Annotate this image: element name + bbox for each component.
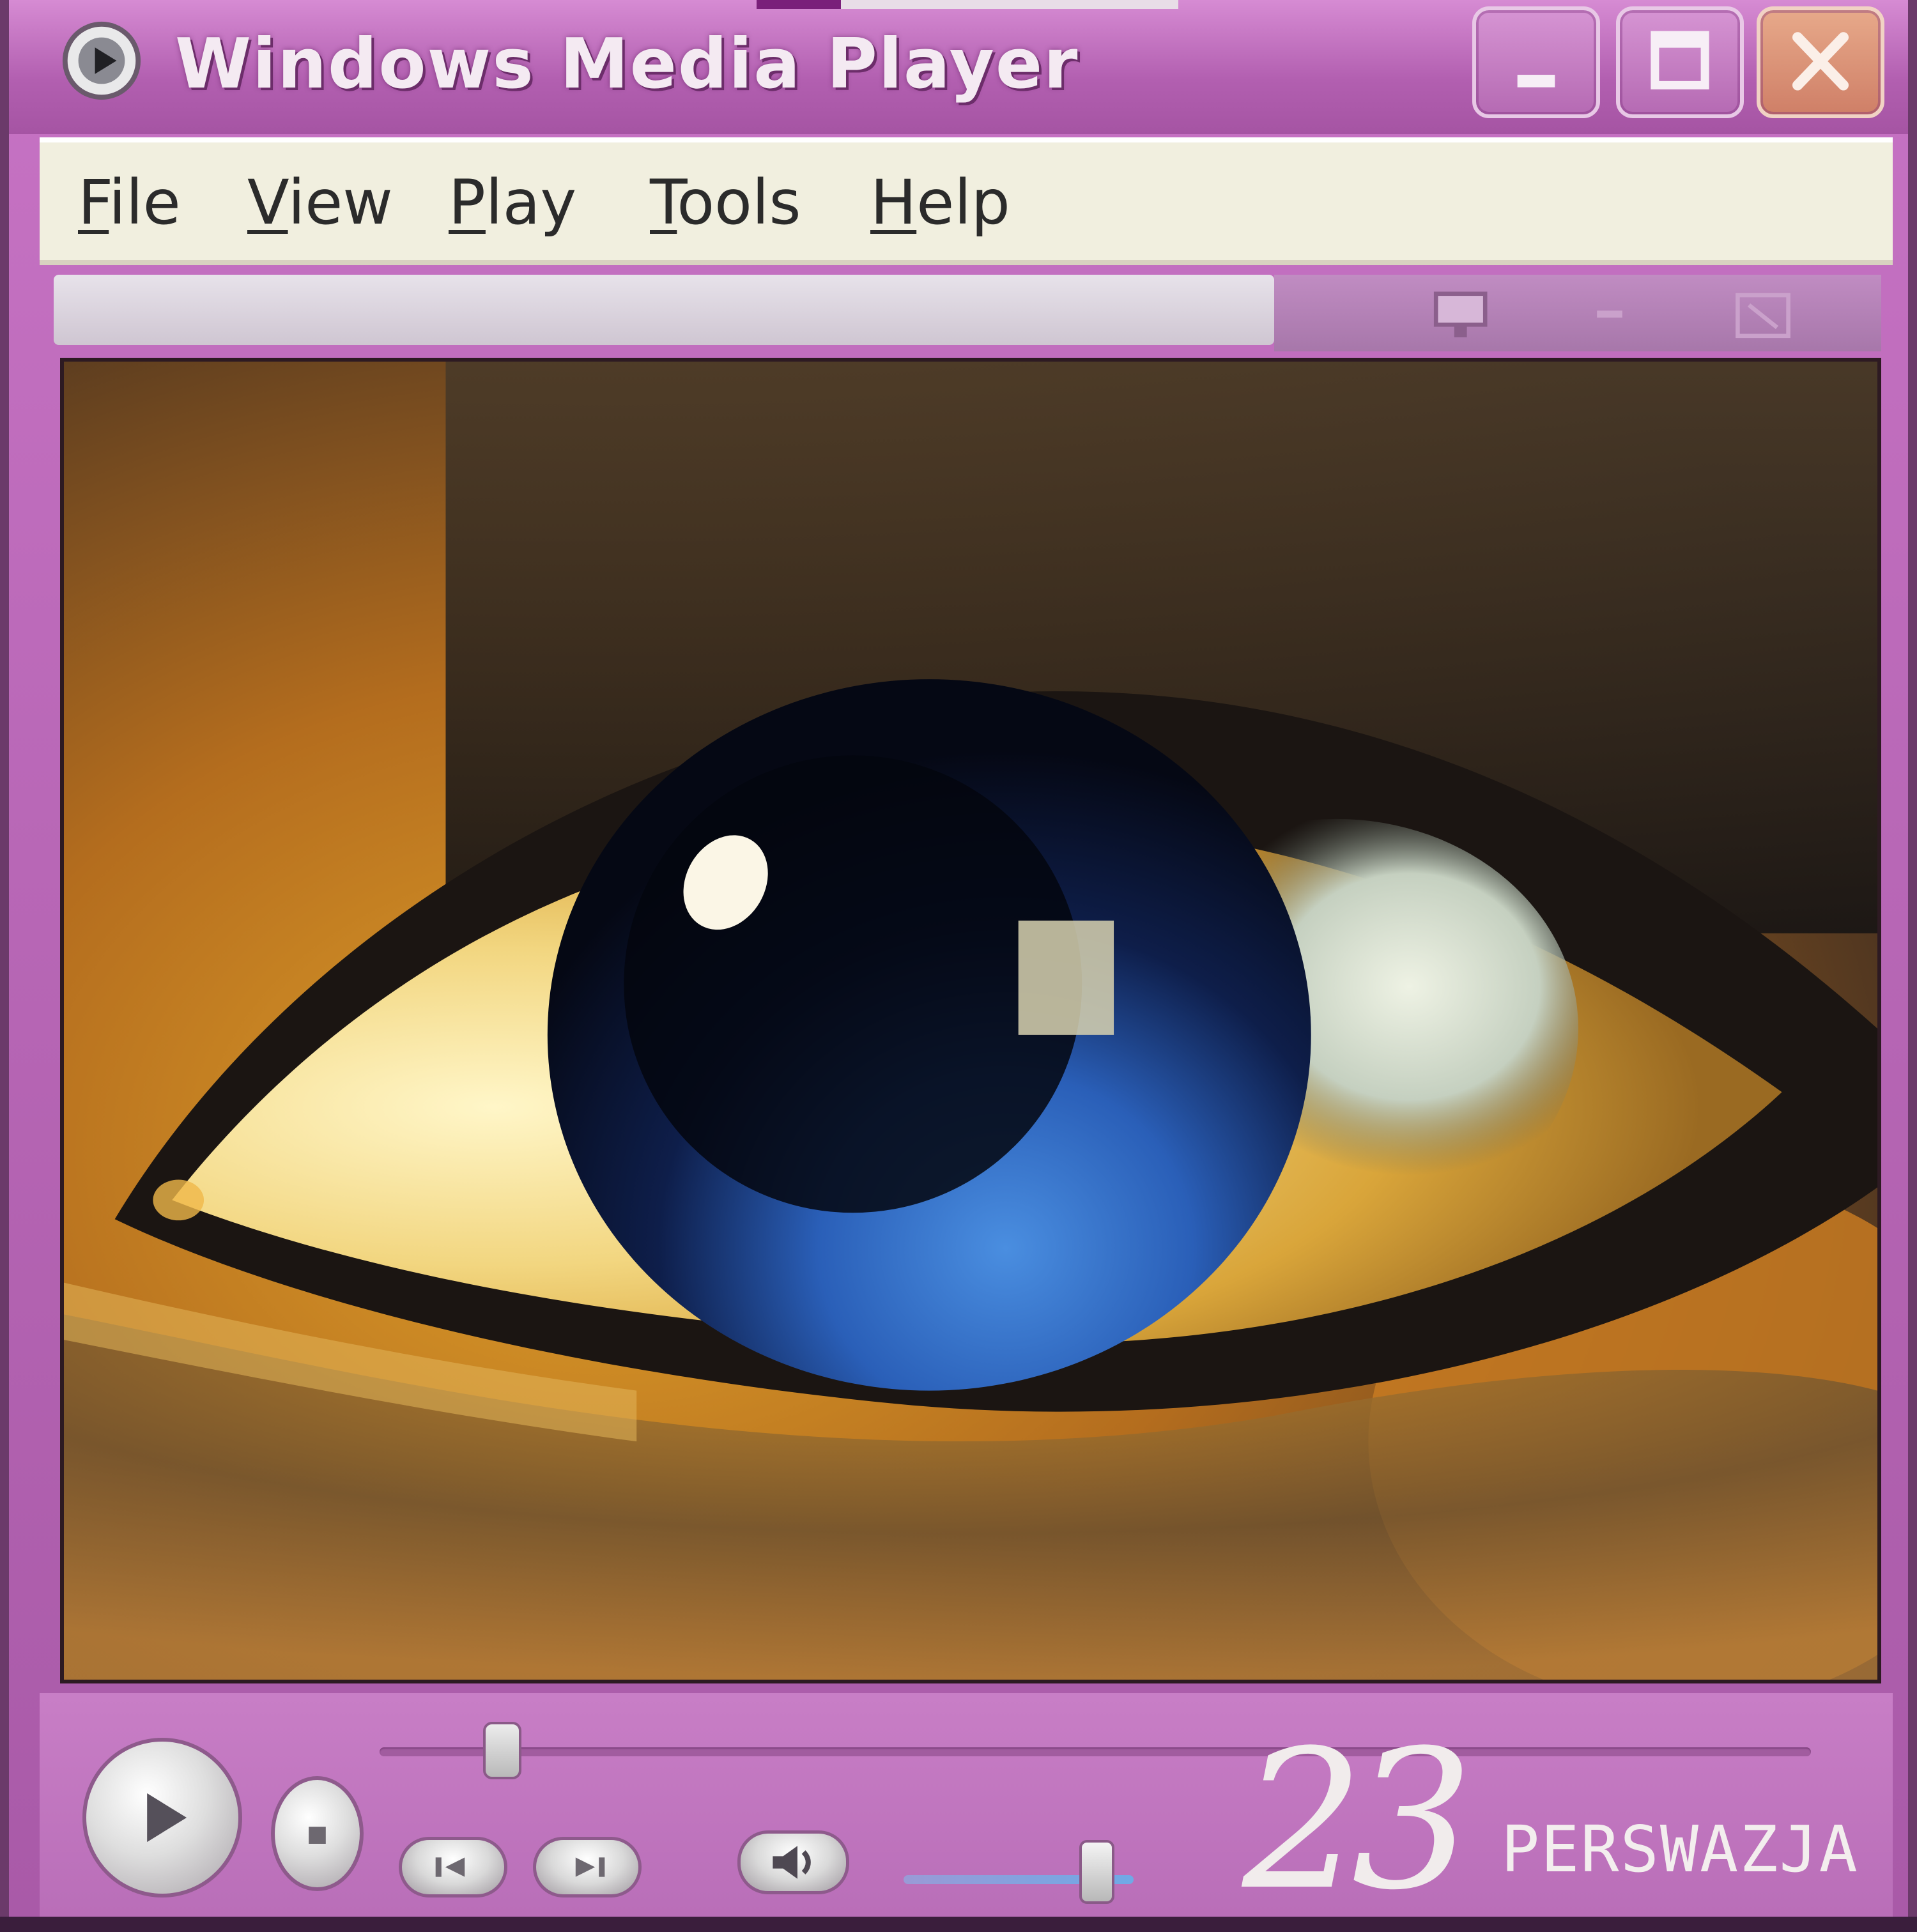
menu-tools-mnemonic: T [650,167,677,238]
previous-track-icon [435,1857,465,1877]
video-viewport[interactable] [60,358,1881,1683]
play-button[interactable] [82,1738,242,1897]
media-player-window: Windows Media Player File View Play Tool… [0,0,1917,1917]
overlay-number: 23 [1242,1709,1474,1932]
fullscreen-icon[interactable] [1728,288,1798,345]
close-icon [1792,32,1849,91]
next-track-icon [575,1857,605,1877]
overlay-word: PERSWAZJA [1501,1812,1859,1887]
menu-help-label: elp [916,167,1010,238]
menu-play[interactable]: Play [449,167,576,238]
video-frame-eye [64,362,1877,1680]
media-player-icon [62,21,141,100]
monitor-icon[interactable] [1428,288,1498,345]
menu-help-mnemonic: H [870,167,917,238]
menu-bar: File View Play Tools Help [40,137,1893,265]
mute-button[interactable] [737,1830,849,1894]
seek-thumb[interactable] [483,1722,521,1779]
menu-tools[interactable]: Tools [650,167,801,238]
stop-button[interactable] [271,1776,364,1891]
stop-icon [309,1827,326,1844]
menu-view[interactable]: View [247,167,393,238]
close-button[interactable] [1757,6,1884,118]
maximize-button[interactable] [1616,6,1744,118]
minimize-button[interactable] [1472,6,1600,118]
minimize-icon [1517,75,1555,88]
next-button[interactable] [533,1837,642,1897]
previous-button[interactable] [399,1837,507,1897]
title-bar[interactable]: Windows Media Player [9,0,1908,134]
menu-file-label: ile [109,167,181,238]
maximize-icon [1651,31,1709,89]
play-icon [147,1793,187,1843]
volume-thumb[interactable] [1079,1840,1114,1904]
menu-file-mnemonic: F [78,167,109,238]
menu-view-mnemonic: V [247,167,288,238]
menu-play-mnemonic: P [449,167,486,238]
title-accent [757,0,1178,9]
window-title: Windows Media Player [175,24,1079,104]
menu-file[interactable]: File [78,167,181,238]
menu-play-label: lay [485,167,577,238]
menu-help[interactable]: Help [870,167,1010,238]
seek-bar[interactable] [380,1747,1811,1756]
info-strip [54,275,1274,345]
menu-view-label: iew [288,167,393,238]
speaker-icon [773,1846,811,1879]
compact-mode-icon[interactable] [1574,288,1645,345]
menu-tools-label: ools [677,167,801,238]
